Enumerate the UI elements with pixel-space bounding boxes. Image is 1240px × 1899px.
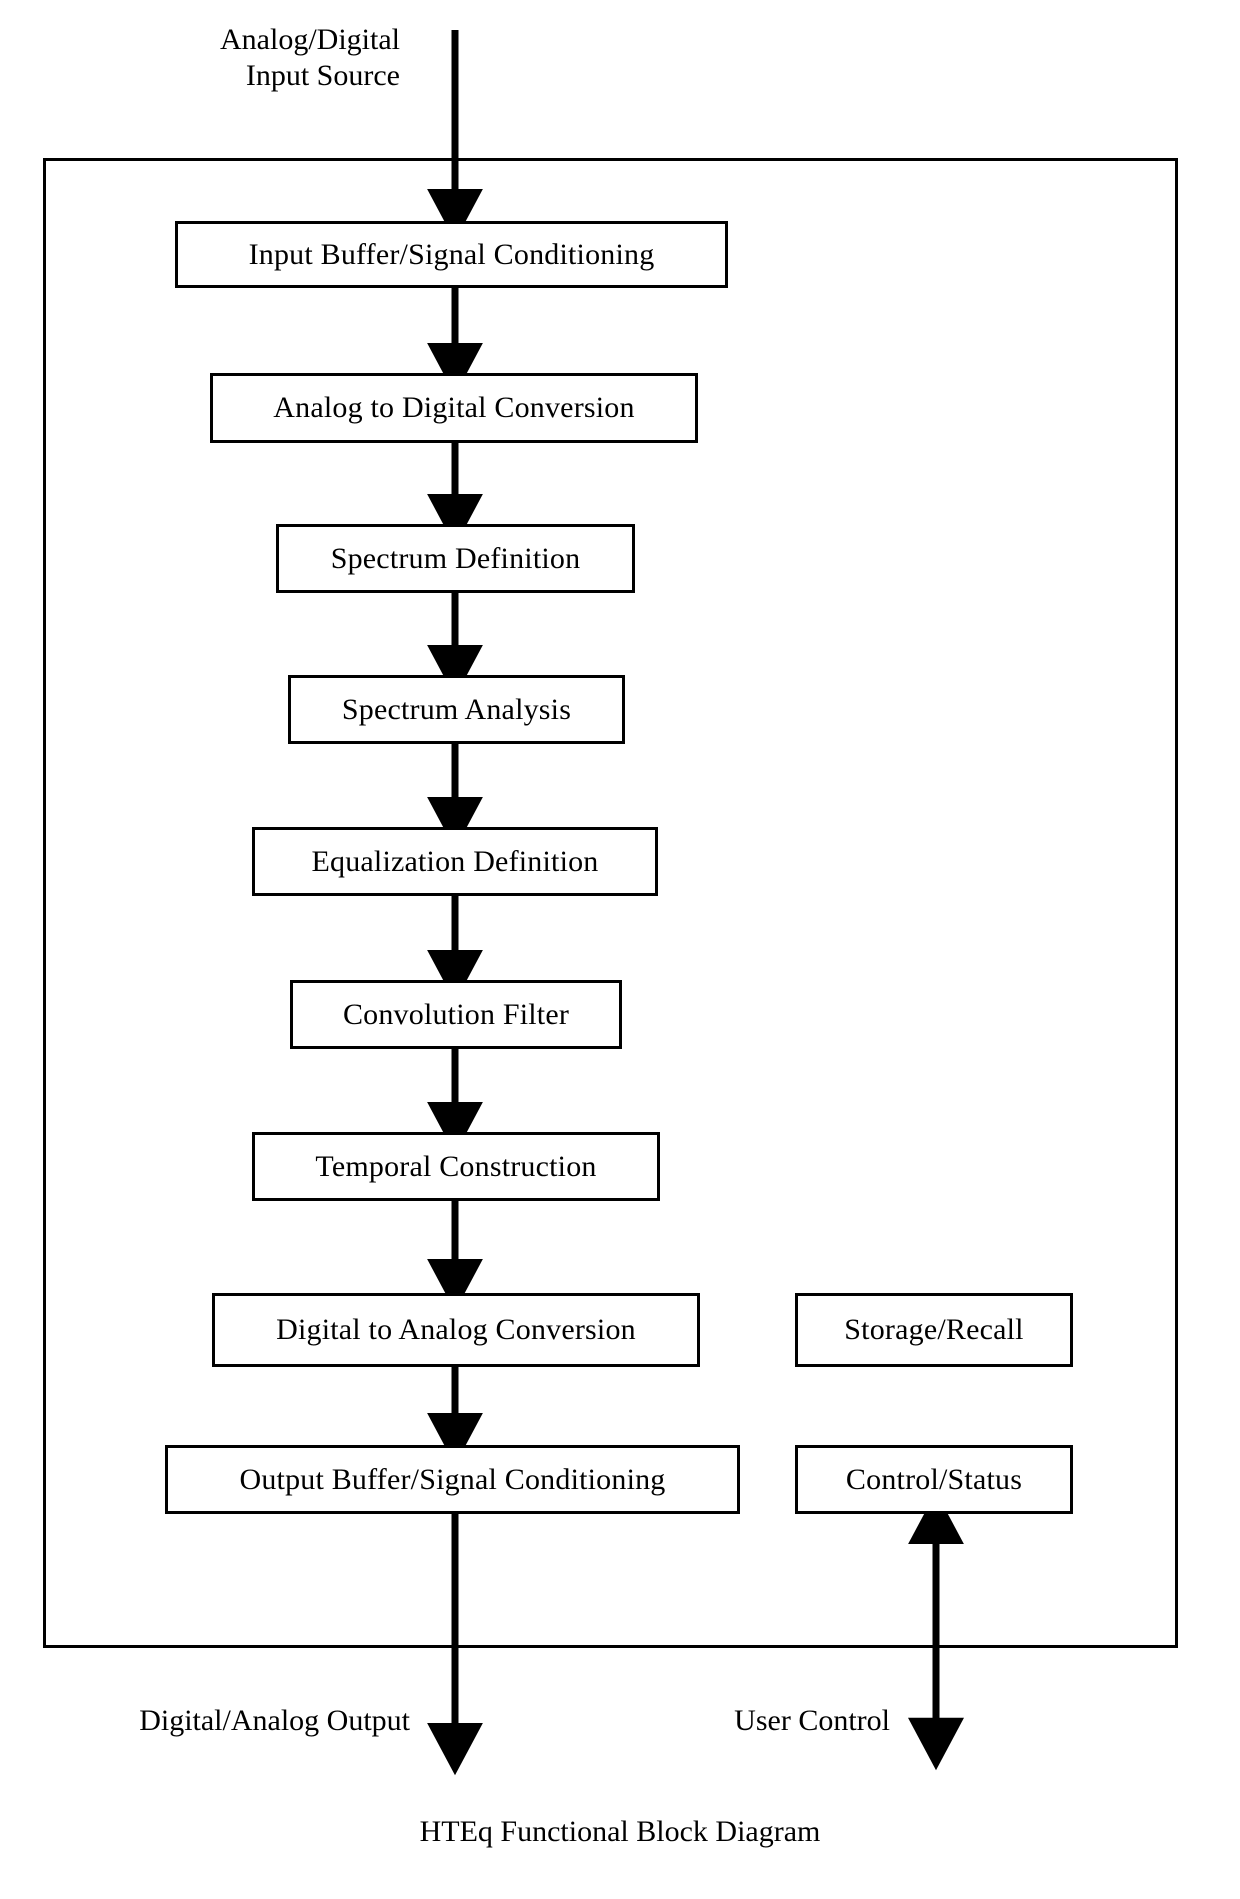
block-convolution-filter[interactable]: Convolution Filter: [290, 980, 622, 1049]
block-output-buffer-label: Output Buffer/Signal Conditioning: [239, 1462, 666, 1496]
block-digital-to-analog[interactable]: Digital to Analog Conversion: [212, 1293, 700, 1367]
block-storage-recall-label: Storage/Recall: [844, 1313, 1024, 1346]
input-source-label: Analog/Digital Input Source: [220, 23, 400, 92]
block-diagram-page: Analog/Digital Input Source Digital/Anal…: [0, 0, 1240, 1899]
block-control-status-label: Control/Status: [845, 1462, 1023, 1496]
block-spectrum-definition-label: Spectrum Definition: [330, 541, 581, 575]
block-input-buffer[interactable]: Input Buffer/Signal Conditioning: [175, 221, 728, 288]
figure-caption: HTEq Functional Block Diagram: [419, 1815, 821, 1848]
block-output-buffer[interactable]: Output Buffer/Signal Conditioning: [165, 1445, 740, 1514]
block-spectrum-analysis-label: Spectrum Analysis: [341, 692, 572, 726]
user-control-label: User Control: [734, 1704, 890, 1737]
block-temporal-construction[interactable]: Temporal Construction: [252, 1132, 660, 1201]
block-analog-to-digital[interactable]: Analog to Digital Conversion: [210, 373, 698, 443]
block-digital-to-analog-label: Digital to Analog Conversion: [276, 1313, 636, 1346]
block-storage-recall[interactable]: Storage/Recall: [795, 1293, 1073, 1367]
block-spectrum-definition[interactable]: Spectrum Definition: [276, 524, 635, 593]
block-spectrum-analysis[interactable]: Spectrum Analysis: [288, 675, 625, 744]
output-label: Digital/Analog Output: [139, 1704, 410, 1737]
block-temporal-construction-label: Temporal Construction: [315, 1149, 597, 1183]
block-equalization-definition-label: Equalization Definition: [311, 844, 599, 878]
block-equalization-definition[interactable]: Equalization Definition: [252, 827, 658, 896]
block-input-buffer-label: Input Buffer/Signal Conditioning: [248, 237, 655, 271]
block-convolution-filter-label: Convolution Filter: [342, 997, 570, 1031]
block-control-status[interactable]: Control/Status: [795, 1445, 1073, 1514]
block-analog-to-digital-label: Analog to Digital Conversion: [273, 391, 635, 424]
